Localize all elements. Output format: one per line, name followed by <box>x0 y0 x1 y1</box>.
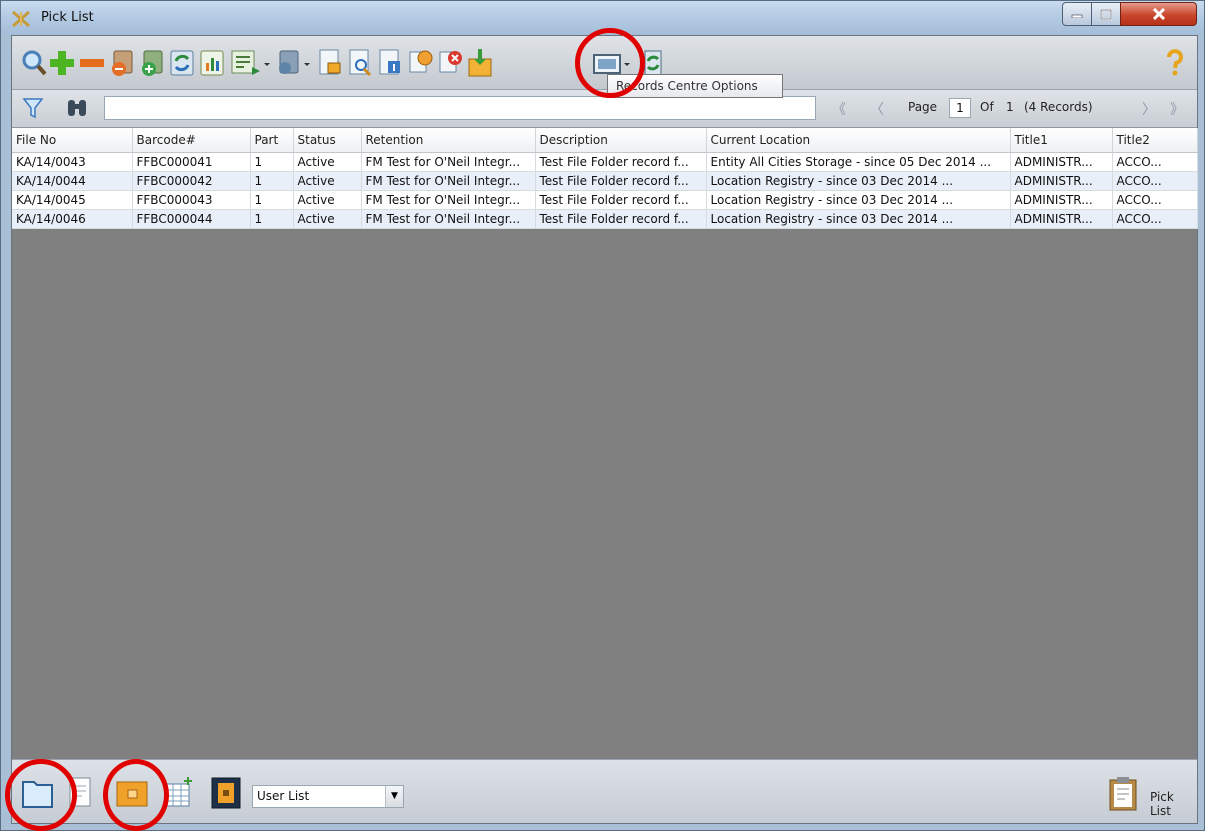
file-dropdown-icon[interactable] <box>274 47 314 79</box>
help-icon[interactable] <box>1162 47 1188 79</box>
next-page-icon[interactable]: 〉 <box>1142 99 1156 119</box>
pick-list-label[interactable]: Pick List <box>1150 790 1197 818</box>
add-icon[interactable] <box>48 47 76 79</box>
search-input[interactable] <box>104 96 816 120</box>
cell-title2: ACCO... <box>1112 152 1198 172</box>
document-search-icon[interactable] <box>346 47 374 79</box>
cell-title2: ACCO... <box>1112 171 1198 191</box>
cell-title1: ADMINISTR... <box>1010 190 1113 210</box>
last-page-icon[interactable]: 》 <box>1170 99 1184 119</box>
column-header-barcode[interactable]: Barcode# <box>132 128 251 153</box>
page-count: 1 <box>1006 100 1014 114</box>
records-grid: File No Barcode# Part Status Retention D… <box>12 128 1198 229</box>
table-row[interactable]: KA/14/0046 FFBC000044 1 Active FM Test f… <box>12 209 1198 229</box>
maximize-button[interactable] <box>1091 2 1121 26</box>
table-row[interactable]: KA/14/0044 FFBC000042 1 Active FM Test f… <box>12 171 1198 191</box>
column-header-file-no[interactable]: File No <box>12 128 133 153</box>
highlight-ring <box>103 759 169 831</box>
records-count: (4 Records) <box>1024 100 1093 114</box>
table-row[interactable]: KA/14/0045 FFBC000043 1 Active FM Test f… <box>12 190 1198 210</box>
cell-barcode: FFBC000042 <box>132 171 251 191</box>
chart-icon[interactable] <box>198 47 226 79</box>
export-icon[interactable] <box>230 47 270 79</box>
window-title: Pick List <box>41 10 94 25</box>
cell-status: Active <box>293 171 362 191</box>
cell-current-location: Location Registry - since 03 Dec 2014 ..… <box>706 209 1011 229</box>
cell-barcode: FFBC000043 <box>132 190 251 210</box>
app-icon <box>12 10 30 28</box>
cell-title2: ACCO... <box>1112 209 1198 229</box>
cell-title1: ADMINISTR... <box>1010 171 1113 191</box>
cell-title2: ACCO... <box>1112 190 1198 210</box>
cell-title1: ADMINISTR... <box>1010 152 1113 172</box>
page-label: Page <box>908 100 938 114</box>
copy-icon[interactable] <box>406 47 434 79</box>
cell-status: Active <box>293 209 362 229</box>
file-minus-icon[interactable] <box>108 47 136 79</box>
cell-file-no: KA/14/0044 <box>12 171 133 191</box>
cell-description: Test File Folder record f... <box>535 171 707 191</box>
first-page-icon[interactable]: 《 <box>832 99 846 119</box>
cell-part: 1 <box>250 190 294 210</box>
cell-status: Active <box>293 190 362 210</box>
cell-retention: FM Test for O'Neil Integr... <box>361 190 536 210</box>
cell-title1: ADMINISTR... <box>1010 209 1113 229</box>
cell-retention: FM Test for O'Neil Integr... <box>361 171 536 191</box>
close-icon <box>1152 8 1165 20</box>
cell-current-location: Location Registry - since 03 Dec 2014 ..… <box>706 171 1011 191</box>
cell-part: 1 <box>250 171 294 191</box>
minimize-icon <box>1071 14 1083 18</box>
cell-status: Active <box>293 152 362 172</box>
chevron-down-icon[interactable]: ▼ <box>385 786 403 807</box>
file-add-icon[interactable] <box>138 47 166 79</box>
minimize-button[interactable] <box>1062 2 1092 26</box>
refresh-icon[interactable] <box>168 47 196 79</box>
cell-file-no: KA/14/0043 <box>12 152 133 172</box>
page-number-input[interactable]: 1 <box>949 98 971 118</box>
document-info-icon[interactable] <box>376 47 404 79</box>
cell-current-location: Entity All Cities Storage - since 05 Dec… <box>706 152 1011 172</box>
remove-icon[interactable] <box>78 47 106 79</box>
cell-retention: FM Test for O'Neil Integr... <box>361 209 536 229</box>
pick-list-window: Pick List 《 〈 Page 1 Of 1 (4 Records) 〉 … <box>0 0 1205 831</box>
clipboard-icon[interactable] <box>1106 774 1140 812</box>
search-icon[interactable] <box>20 47 48 79</box>
binoculars-icon[interactable] <box>66 96 88 120</box>
column-header-part[interactable]: Part <box>250 128 294 153</box>
column-header-title2[interactable]: Title2 <box>1112 128 1198 153</box>
cell-barcode: FFBC000044 <box>132 209 251 229</box>
maximize-icon <box>1100 8 1112 20</box>
previous-page-icon[interactable]: 〈 <box>870 99 884 119</box>
filter-icon[interactable] <box>22 96 44 120</box>
of-label: Of <box>980 100 994 114</box>
grid-header-row: File No Barcode# Part Status Retention D… <box>12 128 1198 153</box>
import-icon[interactable] <box>466 47 494 79</box>
cell-retention: FM Test for O'Neil Integr... <box>361 152 536 172</box>
cell-description: Test File Folder record f... <box>535 152 707 172</box>
bottom-toolbar: User List ▼ Pick List <box>12 759 1197 823</box>
column-header-retention[interactable]: Retention <box>361 128 536 153</box>
highlight-ring <box>575 28 645 98</box>
cell-description: Test File Folder record f... <box>535 209 707 229</box>
cell-part: 1 <box>250 152 294 172</box>
column-header-title1[interactable]: Title1 <box>1010 128 1113 153</box>
cell-file-no: KA/14/0046 <box>12 209 133 229</box>
table-row[interactable]: KA/14/0043 FFBC000041 1 Active FM Test f… <box>12 152 1198 172</box>
user-list-value: User List <box>257 789 310 803</box>
client-area: 《 〈 Page 1 Of 1 (4 Records) 〉 》 File No … <box>11 35 1198 824</box>
highlight-ring <box>5 759 77 831</box>
column-header-current-location[interactable]: Current Location <box>706 128 1011 153</box>
close-button[interactable] <box>1120 2 1197 26</box>
document-lock-icon[interactable] <box>316 47 344 79</box>
cell-part: 1 <box>250 209 294 229</box>
cell-barcode: FFBC000041 <box>132 152 251 172</box>
cell-file-no: KA/14/0045 <box>12 190 133 210</box>
column-header-status[interactable]: Status <box>293 128 362 153</box>
safe-icon[interactable] <box>208 774 244 812</box>
column-header-description[interactable]: Description <box>535 128 707 153</box>
user-list-dropdown[interactable]: User List ▼ <box>252 785 404 808</box>
delete-icon[interactable] <box>436 47 464 79</box>
cell-description: Test File Folder record f... <box>535 190 707 210</box>
cell-current-location: Location Registry - since 03 Dec 2014 ..… <box>706 190 1011 210</box>
